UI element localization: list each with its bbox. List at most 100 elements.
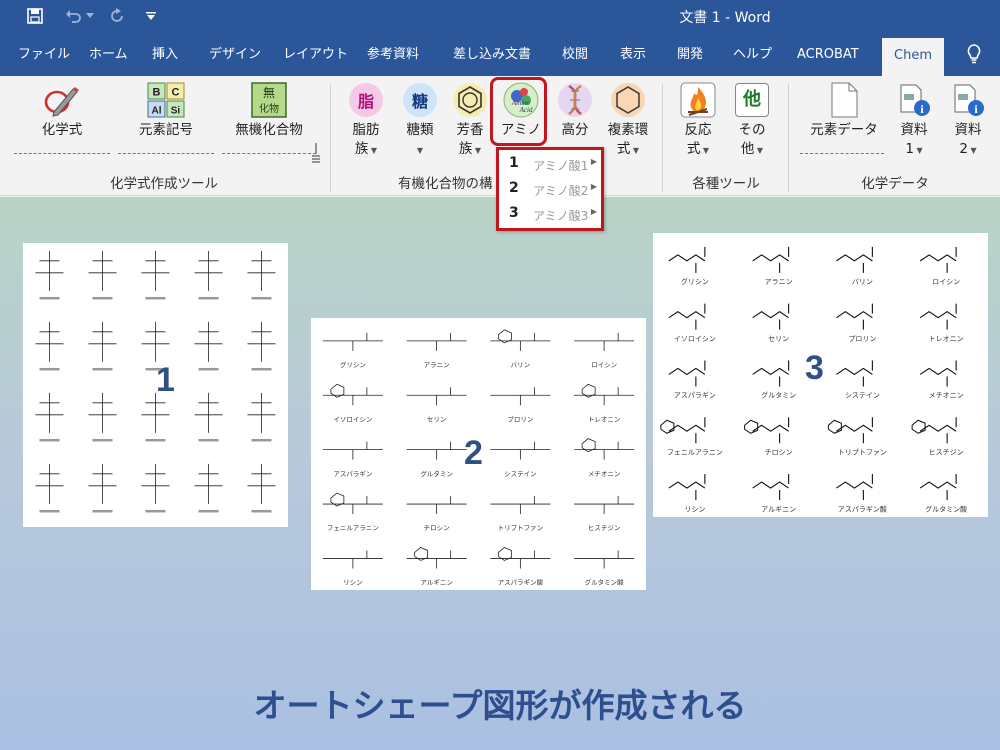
structure-cell: [574, 332, 635, 351]
tab-review[interactable]: 校閲: [562, 33, 588, 76]
divider: [800, 153, 884, 154]
structure-cell: [490, 441, 551, 460]
structure-cell: [194, 392, 223, 442]
structure-cell: [752, 474, 790, 501]
divider: [222, 153, 316, 154]
structure-cell: [919, 246, 957, 273]
amino-highlight-frame: [490, 77, 547, 146]
hetero-ring-icon: [610, 82, 646, 118]
document-title: 文書 1 - Word: [679, 10, 771, 26]
element-data-button[interactable]: 元素データ: [804, 82, 884, 140]
document-page-icon: [826, 82, 862, 118]
dropdown-arrow-icon: ▼: [416, 146, 424, 155]
amino-acid-name: セリン: [427, 415, 447, 423]
dropdown-arrow-icon: ▼: [630, 146, 640, 155]
amino-acid-name: アスパラギン: [674, 392, 716, 400]
heterocycle-button[interactable]: 複素環式 ▼: [602, 82, 654, 160]
structure-cell: [322, 550, 383, 569]
amino-acid-name: グルタミン: [761, 391, 796, 400]
chemical-formula-button[interactable]: 化学式: [30, 82, 94, 140]
reference-2-button[interactable]: i 資料 2 ▼: [946, 82, 990, 160]
element-symbol-button[interactable]: B C Al Si 元素記号: [130, 82, 202, 140]
structure-cell: [752, 246, 790, 273]
amino-acid-sheet-3[interactable]: グリシン アラニン バリン ロイシン イソロイシン セリン プロリン トレオニン アスパラギング…: [653, 233, 988, 517]
svg-text:C: C: [172, 87, 180, 99]
tab-layout[interactable]: レイアウト: [283, 33, 348, 76]
aromatic-button[interactable]: 芳香族 ▼: [448, 82, 492, 160]
undo-icon[interactable]: [62, 5, 84, 27]
structure-cell: [88, 392, 117, 442]
redo-icon[interactable]: [106, 5, 128, 27]
undo-dropdown-icon[interactable]: [84, 5, 96, 27]
structure-cell: [194, 321, 223, 371]
amino-acid-name: ヒスチジン: [588, 524, 621, 532]
group-resize-grip[interactable]: [311, 142, 321, 167]
lightbulb-icon[interactable]: [965, 33, 989, 76]
amino-acid-sheet-1[interactable]: 1: [23, 243, 288, 527]
tab-insert[interactable]: 挿入: [152, 33, 178, 76]
structure-cell: [574, 383, 635, 406]
amino-acid-name: ロイシン: [932, 278, 960, 286]
tab-help[interactable]: ヘルプ: [733, 33, 772, 76]
structure-cell: [574, 496, 635, 515]
amino-acid-name: トレオニン: [929, 335, 964, 343]
tab-developer[interactable]: 開発: [677, 33, 703, 76]
structure-cell: [406, 441, 467, 460]
fatty-button[interactable]: 脂 脂肪族 ▼: [344, 82, 388, 160]
reference-info-icon: i: [950, 82, 986, 118]
structure-cell: [322, 492, 383, 515]
structure-cell: [322, 383, 383, 406]
save-icon[interactable]: [24, 5, 46, 27]
structure-cell: [668, 246, 706, 273]
element-tiles-icon: B C Al Si: [147, 82, 185, 118]
reference-1-button[interactable]: i 資料 1 ▼: [892, 82, 936, 160]
amino-acid-name: グリシン: [681, 277, 709, 286]
group-separator: [330, 84, 331, 192]
structure-cell: [836, 246, 873, 273]
structure-cell: [406, 332, 467, 351]
svg-text:無: 無: [263, 85, 275, 100]
tab-file[interactable]: ファイル: [18, 33, 70, 76]
structure-cell: [836, 303, 873, 330]
structure-cell: [247, 463, 276, 513]
tab-acrobat[interactable]: ACROBAT: [797, 33, 859, 76]
tab-design[interactable]: デザイン: [209, 33, 261, 76]
dropdown-arrow-icon: ▼: [700, 146, 710, 155]
structure-cell: [88, 321, 117, 371]
sugar-button[interactable]: 糖 糖類 ▼: [398, 82, 442, 160]
structure-cell: [668, 474, 706, 501]
tab-home[interactable]: ホーム: [89, 33, 128, 76]
structure-cell: [744, 417, 790, 444]
tab-references[interactable]: 参考資料: [367, 33, 419, 76]
reaction-button[interactable]: 反応式 ▼: [676, 82, 720, 160]
structure-cell: [35, 463, 64, 513]
structure-cell: [35, 250, 64, 300]
tab-view[interactable]: 表示: [620, 33, 646, 76]
customize-qat-icon[interactable]: [140, 5, 162, 27]
structure-cell: [911, 417, 957, 444]
menu-item-amino-2[interactable]: 2 アミノ酸2 ▶: [507, 178, 601, 200]
amino-acid-name: フェニルアラニン: [327, 524, 379, 532]
panel-number-1: 1: [156, 361, 175, 399]
inorganic-icon: 無化物: [251, 82, 287, 118]
structure-cell: [194, 463, 223, 513]
structure-cell: [406, 387, 467, 406]
amino-acid-name: アラニン: [424, 361, 450, 369]
menu-item-amino-1[interactable]: 1 アミノ酸1 ▶: [507, 153, 601, 175]
structure-cell: [322, 332, 383, 351]
amino-acid-sheet-2[interactable]: グリシン アラニン バリン ロイシン イソロイシン セリン プロリン トレオニン アスパラギング…: [311, 318, 646, 590]
tab-mailings[interactable]: 差し込み文書: [453, 33, 531, 76]
panel-number-2: 2: [464, 434, 483, 472]
structure-cell: [919, 303, 957, 330]
dropdown-arrow-icon: ▼: [913, 146, 923, 155]
menu-item-amino-3[interactable]: 3 アミノ酸3 ▶: [507, 203, 601, 225]
group-label-formula: 化学式作成ツール: [110, 176, 218, 192]
amino-acid-name: グルタミン酸: [925, 504, 967, 513]
tab-chem[interactable]: Chem: [882, 38, 944, 76]
divider: [14, 153, 110, 154]
submenu-arrow-icon: ▶: [590, 207, 597, 216]
other-button[interactable]: 他 その他 ▼: [730, 82, 774, 160]
polymer-button[interactable]: 高分: [553, 82, 597, 140]
svg-text:B: B: [153, 87, 161, 99]
inorganic-compound-button[interactable]: 無化物 無機化合物: [228, 82, 310, 140]
